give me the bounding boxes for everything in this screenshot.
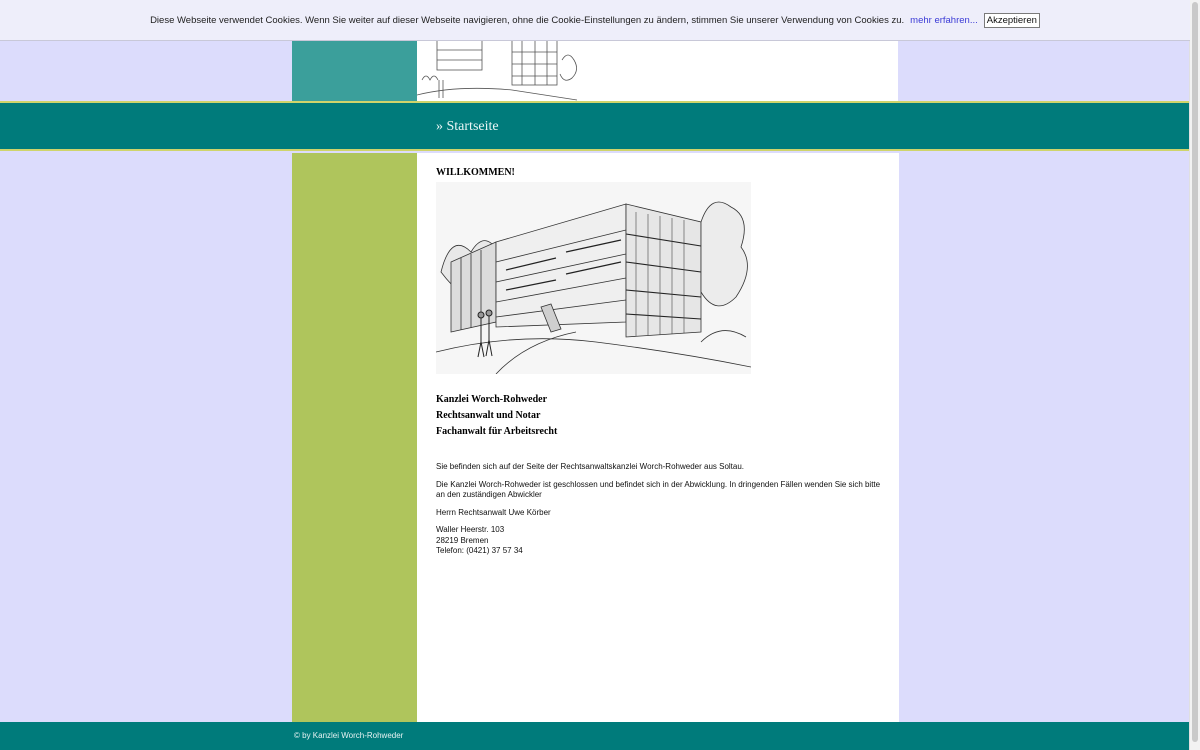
contact-person: Herrn Rechtsanwalt Uwe Körber xyxy=(436,507,551,517)
header-left-block xyxy=(292,40,417,101)
address-block: Waller Heerstr. 103 28219 Bremen Telefon… xyxy=(436,525,886,557)
footer-copyright: © by Kanzlei Worch-Rohweder xyxy=(294,731,404,740)
building-illustration-icon xyxy=(436,182,751,374)
header-building-image xyxy=(417,40,582,101)
firm-info: Kanzlei Worch-Rohweder Rechtsanwalt und … xyxy=(436,392,886,440)
cookie-accept-button[interactable]: Akzeptieren xyxy=(983,12,1040,28)
address-phone: Telefon: (0421) 37 57 34 xyxy=(436,546,523,555)
cookie-more-link[interactable]: mehr erfahren... xyxy=(910,15,978,26)
footer: © by Kanzlei Worch-Rohweder xyxy=(0,722,1190,750)
firm-title: Rechtsanwalt und Notar xyxy=(436,410,541,421)
cookie-banner: Diese Webseite verwendet Cookies. Wenn S… xyxy=(0,0,1190,41)
closure-paragraph: Die Kanzlei Worch-Rohweder ist geschloss… xyxy=(436,479,881,500)
content-inner: WILLKOMMEN! Kanzlei Worch-Rohweder Recht… xyxy=(436,167,886,557)
intro-paragraph: Sie befinden sich auf der Seite der Rech… xyxy=(436,462,745,471)
cookie-message: Diese Webseite verwendet Cookies. Wenn S… xyxy=(150,14,905,26)
page-scrollbar[interactable] xyxy=(1189,0,1200,750)
firm-specialty: Fachanwalt für Arbeitsrecht xyxy=(436,426,558,437)
scrollbar-thumb[interactable] xyxy=(1192,2,1198,742)
firm-name: Kanzlei Worch-Rohweder xyxy=(436,394,548,405)
address-city: 28219 Bremen xyxy=(436,535,489,545)
body-text: Sie befinden sich auf der Seite der Rech… xyxy=(436,462,886,557)
navigation-bar: » Startseite xyxy=(0,101,1190,151)
main-content: WILLKOMMEN! Kanzlei Worch-Rohweder Recht… xyxy=(417,153,899,723)
address-street: Waller Heerstr. 103 xyxy=(436,525,505,534)
nav-item-startseite[interactable]: » Startseite xyxy=(436,119,499,135)
sidebar-column xyxy=(292,153,417,723)
header-right-block xyxy=(582,40,898,101)
page-title: WILLKOMMEN! xyxy=(436,167,515,178)
building-sketch-icon xyxy=(417,40,582,101)
page: Diese Webseite verwendet Cookies. Wenn S… xyxy=(0,0,1200,750)
